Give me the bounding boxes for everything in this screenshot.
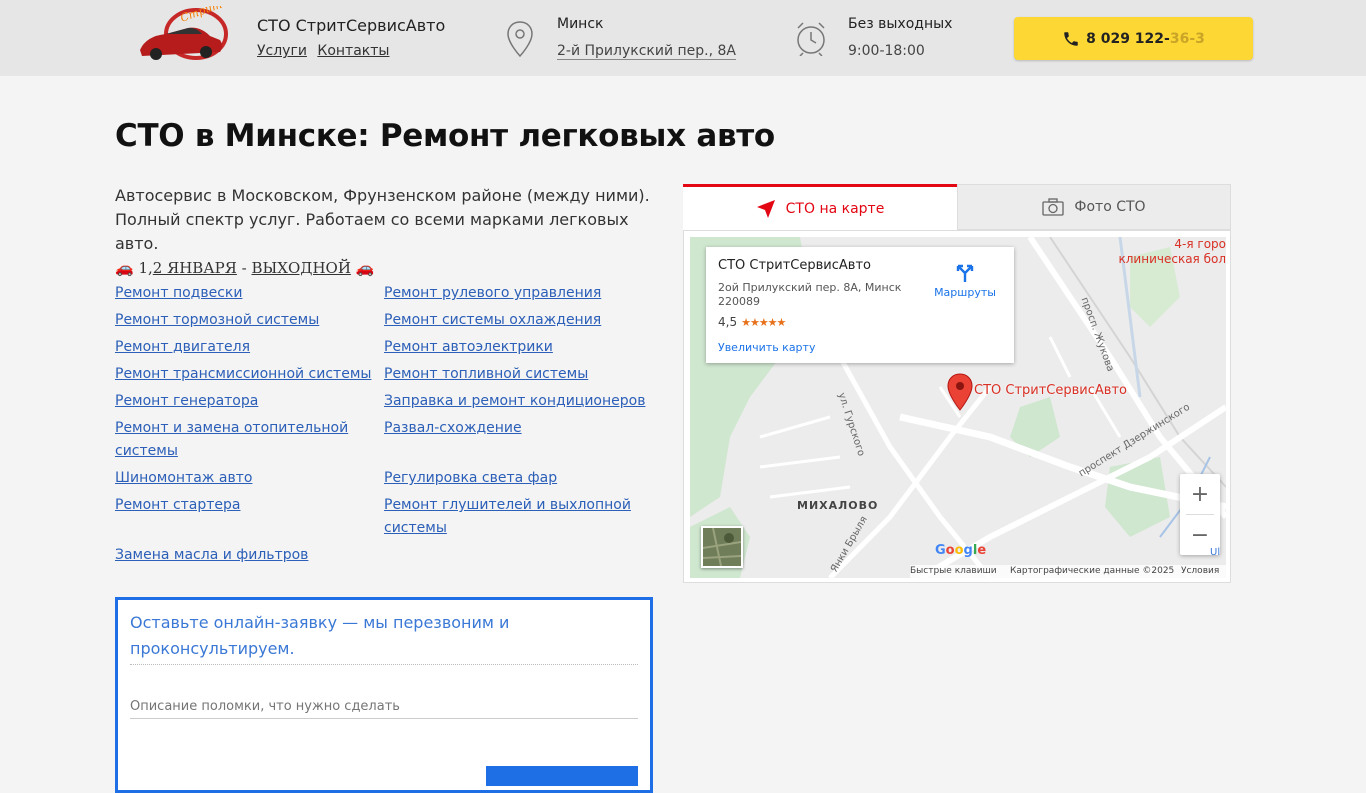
directions-label: Маршруты xyxy=(934,286,996,299)
service-link[interactable]: Ремонт тормозной системы xyxy=(115,309,319,332)
alarm-clock-icon xyxy=(794,20,828,57)
map-marker-label: СТО СтритСервисАвто xyxy=(974,383,1127,398)
tab-photo-label: Фото СТО xyxy=(1074,199,1146,215)
holiday-dash: - xyxy=(236,259,252,277)
holiday-prefix: 1, xyxy=(138,259,153,277)
map-marker-icon[interactable] xyxy=(947,373,973,411)
form-title: Оставьте онлайн-заявку — мы перезвоним и… xyxy=(130,613,510,658)
navigation-arrow-icon xyxy=(756,199,775,218)
holiday-word: ВЫХОДНОЙ xyxy=(251,259,351,277)
site-header: Стрит СТО СтритСервисАвто Услуги Контакт… xyxy=(0,0,1366,76)
service-link[interactable]: Ремонт рулевого управления xyxy=(384,282,601,305)
brand-block: СТО СтритСервисАвто Услуги Контакты xyxy=(257,16,445,59)
map-info-card: СТО СтритСервисАвто 2ой Прилукский пер. … xyxy=(706,247,1014,363)
phone-number: 8 029 122- xyxy=(1086,30,1170,47)
service-link[interactable]: Развал-схождение xyxy=(384,417,522,440)
phone-number-faded: 36-3 xyxy=(1169,30,1205,47)
map-footer: Быстрые клавиши Картографические данные … xyxy=(910,565,1226,578)
holiday-date: 2 ЯНВАРЯ xyxy=(152,259,237,277)
zoom-in-button[interactable]: + xyxy=(1180,474,1220,514)
tab-photo[interactable]: Фото СТО xyxy=(957,184,1231,230)
terms-link[interactable]: Условия xyxy=(1181,566,1219,576)
car-emoji-icon: 🚗 xyxy=(355,259,375,277)
nav-link-contacts[interactable]: Контакты xyxy=(317,43,389,59)
nav-link-services[interactable]: Услуги xyxy=(257,43,307,59)
service-link[interactable]: Ремонт глушителей и выхлопной системы xyxy=(384,494,634,540)
service-link[interactable]: Ремонт подвески xyxy=(115,282,242,305)
map-card-name: СТО СтритСервисАвто xyxy=(718,258,871,273)
satellite-view-toggle[interactable] xyxy=(701,526,743,568)
map-photo-tabs: СТО на карте Фото СТО xyxy=(683,184,1231,230)
tab-map[interactable]: СТО на карте xyxy=(683,184,957,230)
intro-line-2: Полный спектр услуг. Работаем со всеми м… xyxy=(115,210,629,253)
header-city: Минск xyxy=(557,16,604,32)
intro-line-1: Автосервис в Московском, Фрунзенском рай… xyxy=(115,186,650,205)
service-link[interactable]: Ремонт генератора xyxy=(115,390,258,413)
header-address[interactable]: 2-й Прилукский пер., 8А xyxy=(557,43,736,60)
car-logo-icon: Стрит xyxy=(140,0,228,60)
map-card-address: 2ой Прилукский пер. 8А, Минск 220089 xyxy=(718,281,902,308)
tab-map-label: СТО на карте xyxy=(785,200,885,217)
hospital-label: 4-я горо клиническая бол xyxy=(1118,237,1226,266)
working-days: Без выходных xyxy=(848,16,953,32)
service-link[interactable]: Заправка и ремонт кондиционеров xyxy=(384,390,645,413)
phone-button[interactable]: 8 029 122- 36-3 xyxy=(1014,17,1253,60)
service-link[interactable]: Шиномонтаж авто xyxy=(115,467,252,490)
form-divider xyxy=(130,664,638,665)
service-link[interactable]: Регулировка света фар xyxy=(384,467,557,490)
holiday-notice: 🚗 1,2 ЯНВАРЯ - ВЫХОДНОЙ 🚗 xyxy=(115,256,655,280)
service-link[interactable]: Ремонт двигателя xyxy=(115,336,250,359)
service-link[interactable]: Ремонт автоэлектрики xyxy=(384,336,553,359)
service-link[interactable]: Замена масла и фильтров xyxy=(115,544,308,567)
service-link[interactable]: Ремонт топливной системы xyxy=(384,363,588,386)
enlarge-map-link[interactable]: Увеличить карту xyxy=(718,341,815,354)
district-label: МИХАЛОВО xyxy=(797,499,879,512)
request-form: Оставьте онлайн-заявку — мы перезвоним и… xyxy=(115,597,653,793)
directions-icon xyxy=(956,264,974,282)
site-logo[interactable]: Стрит xyxy=(136,0,232,66)
satellite-thumbnail-icon xyxy=(702,527,742,567)
header-nav: Услуги Контакты xyxy=(257,43,445,59)
map-data-credit: Картографические данные ©2025 xyxy=(1010,566,1175,576)
camera-icon xyxy=(1042,198,1065,216)
rating-stars-icon: ★★★★★ xyxy=(741,316,786,329)
keyboard-shortcuts-link[interactable]: Быстрые клавиши xyxy=(910,566,997,576)
map-canvas[interactable]: 4-я горо клиническая бол просп. Жукова у… xyxy=(690,237,1226,578)
intro-text: Автосервис в Московском, Фрунзенском рай… xyxy=(115,184,655,280)
phone-icon xyxy=(1064,31,1078,46)
location-pin-icon xyxy=(506,20,534,58)
service-link[interactable]: Ремонт трансмиссионной системы xyxy=(115,363,371,386)
brand-name: СТО СтритСервисАвто xyxy=(257,16,446,35)
map-embed[interactable]: 4-я горо клиническая бол просп. Жукова у… xyxy=(683,230,1231,583)
page-title: СТО в Минске: Ремонт легковых авто xyxy=(115,118,775,154)
form-submit-button[interactable] xyxy=(486,766,638,786)
service-link[interactable]: Ремонт и замена отопительной системы xyxy=(115,417,355,463)
service-link[interactable]: Ремонт стартера xyxy=(115,494,241,517)
service-link[interactable]: Ремонт системы охлаждения xyxy=(384,309,601,332)
working-hours: 9:00-18:00 xyxy=(848,43,925,59)
map-edge-label: Ul xyxy=(1210,547,1221,558)
rating-value: 4,5 xyxy=(718,315,738,329)
problem-description-input[interactable] xyxy=(130,694,638,719)
google-logo: Google xyxy=(935,543,987,558)
car-emoji-icon: 🚗 xyxy=(115,259,134,277)
map-zoom-control: + − xyxy=(1180,474,1220,555)
map-card-rating: 4,5 ★★★★★ xyxy=(718,315,786,329)
directions-button[interactable]: Маршруты xyxy=(928,261,1002,299)
